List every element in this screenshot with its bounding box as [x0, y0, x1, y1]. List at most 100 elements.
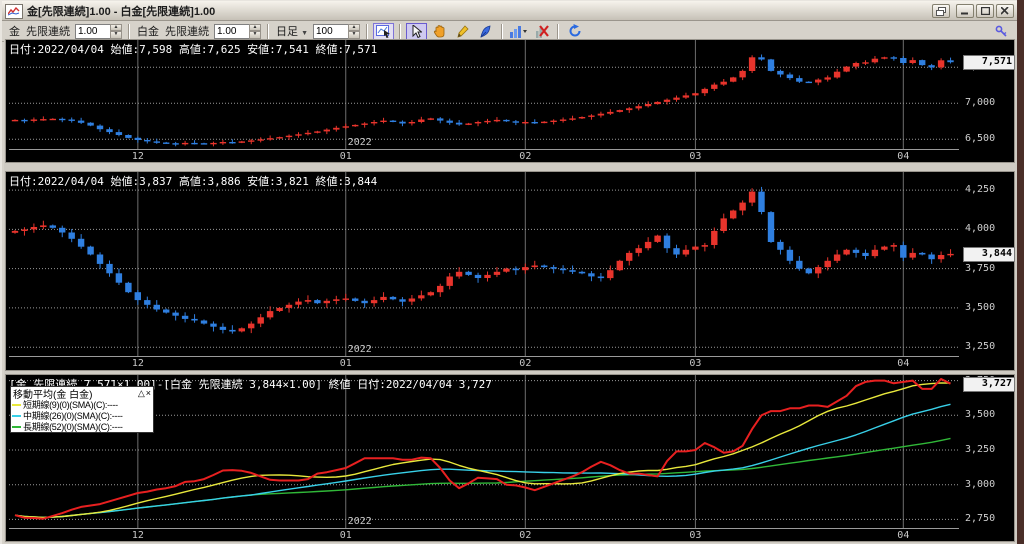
y-axis-tick: 4,250 [965, 184, 996, 195]
legend-close-button[interactable]: × [146, 388, 151, 398]
gold-series-label: 先限連続 [26, 26, 70, 38]
x-axis-month-label: 02 [519, 530, 532, 541]
maximize-button[interactable] [976, 4, 994, 18]
y-axis-tick: 3,500 [965, 302, 996, 313]
platinum-last-price-label: 3,844 [963, 247, 1015, 262]
x-axis-month-label: 02 [519, 358, 532, 369]
gold-multiplier-spinner: ▲▼ [75, 23, 122, 39]
toolbar-separator [501, 23, 503, 39]
minimize-button[interactable] [956, 4, 974, 18]
x-axis-month-label: 01 [339, 530, 352, 541]
chart-crosshair-icon [376, 24, 390, 38]
short-ma-swatch [12, 403, 21, 406]
chart-window-icon [5, 3, 23, 19]
float-window-button[interactable] [932, 4, 950, 18]
spread-chart-panel: [金 先限連続 7,571×1.00]-[白金 先限連続 3,844×1.00]… [5, 374, 1015, 542]
long-ma-swatch [12, 425, 21, 428]
toolbar-separator [557, 23, 559, 39]
x-axis-separator [9, 528, 959, 529]
x-axis-month-label: 04 [897, 358, 910, 369]
x-axis-separator [9, 356, 959, 357]
y-axis-tick: 3,750 [965, 263, 996, 274]
gold-chart-panel: 日付:2022/04/04 始値:7,598 高値:7,625 安値:7,541… [5, 39, 1015, 163]
y-axis-tick: 2,750 [965, 513, 996, 524]
x-axis-month-label: 03 [689, 530, 702, 541]
desktop-background: 金[先限連続]1.00 - 白金[先限連続]1.00 金 先限連続 ▲▼ [0, 0, 1024, 544]
y-axis-tick: 4,000 [965, 223, 996, 234]
key-icon [995, 25, 1007, 37]
pencil-icon [457, 24, 469, 38]
delete-indicator-button[interactable] [531, 23, 552, 40]
gold-symbol-label: 金 [9, 26, 20, 38]
bar-count-up-button[interactable]: ▲ [348, 23, 360, 31]
y-axis-tick: 3,250 [965, 444, 996, 455]
platinum-chart-panel: 日付:2022/04/04 始値:3,837 高値:3,886 安値:3,821… [5, 171, 1015, 371]
close-button[interactable] [996, 4, 1014, 18]
draw-pencil-button[interactable] [452, 23, 473, 40]
y-axis-tick: 7,000 [965, 97, 996, 108]
pan-hand-button[interactable] [429, 23, 450, 40]
y-axis-tick: 3,250 [965, 341, 996, 352]
draw-pen-button[interactable] [475, 23, 496, 40]
select-cursor-button[interactable] [406, 22, 427, 40]
gold-ohlc-readout: 日付:2022/04/04 始値:7,598 高値:7,625 安値:7,541… [9, 43, 378, 56]
x-axis-month-label: 03 [689, 358, 702, 369]
titlebar[interactable]: 金[先限連続]1.00 - 白金[先限連続]1.00 [2, 1, 1017, 21]
toolbar-separator [366, 23, 368, 39]
settings-button[interactable] [991, 23, 1012, 40]
x-axis-month-label: 01 [339, 151, 352, 162]
platinum-price-axis: 3,844 3,250 3,500 3,750 4,000 4,250 [962, 172, 1015, 372]
x-axis-year-label: 2022 [347, 344, 372, 355]
bar-count-down-button[interactable]: ▼ [348, 31, 360, 39]
x-axis-month-label: 12 [131, 151, 144, 162]
chart-region: 日付:2022/04/04 始値:7,598 高値:7,625 安値:7,541… [4, 39, 1017, 543]
bar-count-input[interactable] [313, 23, 348, 39]
gold-last-price-label: 7,571 [963, 55, 1015, 70]
legend-collapse-button[interactable]: △ [138, 388, 145, 398]
refresh-button[interactable] [564, 23, 585, 40]
x-axis-month-label: 01 [339, 358, 352, 369]
platinum-multiplier-up-button[interactable]: ▲ [249, 23, 261, 31]
toolbar-separator [267, 23, 269, 39]
x-axis-month-label: 03 [689, 151, 702, 162]
moving-average-legend: 移動平均(金 白金) △ × 短期線(9)(0)(SMA)(C):---- 中期… [10, 386, 154, 433]
x-axis-month-label: 04 [897, 151, 910, 162]
platinum-candlestick-chart[interactable] [9, 172, 959, 356]
platinum-ohlc-readout: 日付:2022/04/04 始値:3,837 高値:3,886 安値:3,821… [9, 175, 378, 188]
gold-multiplier-input[interactable] [75, 23, 110, 39]
pen-quill-icon [480, 25, 491, 38]
toolbar-separator [128, 23, 130, 39]
gold-multiplier-up-button[interactable]: ▲ [110, 23, 122, 31]
gold-price-axis: 7,571 6,5007,0007,500 [962, 40, 1015, 164]
y-axis-tick: 6,500 [965, 133, 996, 144]
mid-ma-swatch [12, 414, 21, 417]
delete-chart-icon [535, 24, 549, 38]
x-axis-month-label: 02 [519, 151, 532, 162]
platinum-multiplier-spinner: ▲▼ [214, 23, 261, 39]
crosshair-mode-button[interactable] [373, 22, 394, 40]
x-axis-year-label: 2022 [347, 137, 372, 148]
bar-count-spinner: ▲▼ [313, 23, 360, 39]
x-axis-separator [9, 149, 959, 150]
window-title: 金[先限連続]1.00 - 白金[先限連続]1.00 [27, 6, 216, 18]
spread-value-axis: 3,727 2,7503,0003,2503,5003,750 [962, 375, 1015, 543]
x-axis-year-label: 2022 [347, 516, 372, 527]
gold-multiplier-down-button[interactable]: ▼ [110, 31, 122, 39]
platinum-multiplier-input[interactable] [214, 23, 249, 39]
platinum-series-label: 先限連続 [165, 26, 209, 38]
bar-chart-icon [510, 25, 527, 38]
period-dropdown[interactable]: 日足 ▼ [276, 23, 308, 39]
x-axis-month-label: 12 [131, 530, 144, 541]
y-axis-tick: 3,000 [965, 479, 996, 490]
platinum-multiplier-down-button[interactable]: ▼ [249, 31, 261, 39]
cursor-arrow-icon [412, 24, 422, 38]
x-axis-month-label: 12 [131, 358, 144, 369]
platinum-symbol-label: 白金 [137, 26, 159, 38]
indicator-chart-button[interactable] [508, 23, 529, 40]
refresh-icon [569, 24, 580, 37]
x-axis-month-label: 04 [897, 530, 910, 541]
toolbar-separator [399, 23, 401, 39]
app-window: 金[先限連続]1.00 - 白金[先限連続]1.00 金 先限連続 ▲▼ [0, 0, 1017, 544]
spread-last-value-label: 3,727 [963, 377, 1015, 392]
chevron-down-icon: ▼ [301, 30, 308, 37]
